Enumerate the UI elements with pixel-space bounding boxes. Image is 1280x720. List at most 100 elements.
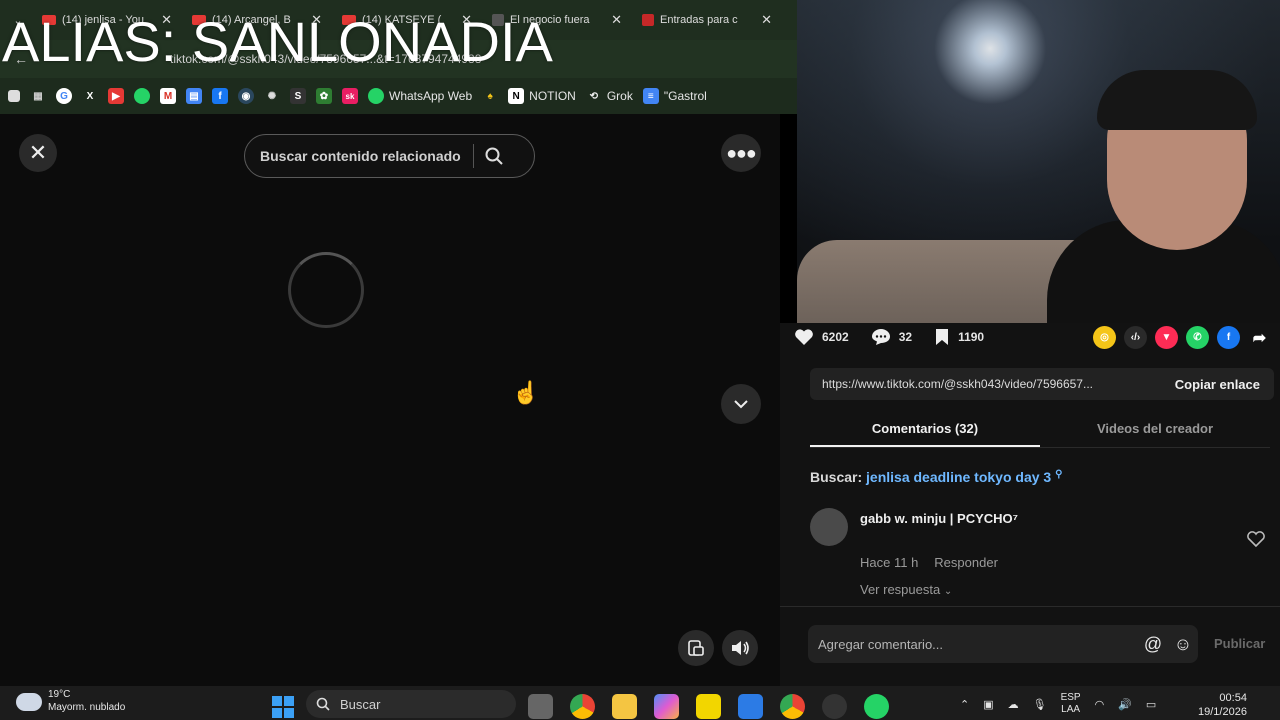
save-stat[interactable]: 1190 <box>934 328 984 346</box>
steam-icon[interactable]: ◉ <box>238 88 254 104</box>
related-search-prefix: Buscar: <box>810 469 863 485</box>
sticky-notes-icon[interactable] <box>696 694 721 719</box>
chevron-up-icon[interactable]: ⌃ <box>960 698 969 711</box>
webcam-feed <box>797 0 1280 323</box>
more-options-button[interactable]: ●●● <box>721 134 761 172</box>
language-indicator[interactable]: ESP LAA <box>1061 692 1081 716</box>
temperature: 19°C <box>48 689 71 700</box>
browser-tab[interactable]: Entradas para c ✕ <box>634 5 780 35</box>
close-tab-icon[interactable]: ✕ <box>761 12 772 28</box>
whatsapp-app-icon[interactable] <box>864 694 889 719</box>
notion-icon: N <box>508 88 525 104</box>
stream-alias-overlay: ALIAS: SANLONADIA <box>2 10 553 73</box>
tray-cloud-icon[interactable]: ☁ <box>1008 698 1019 711</box>
bookmark-grok[interactable]: ⟲ Grok <box>586 88 633 104</box>
publish-button[interactable]: Publicar <box>1214 636 1265 651</box>
language-code: ESP <box>1060 692 1081 703</box>
tab-title: Entradas para c <box>660 14 738 26</box>
ellipsis-icon: ●●● <box>726 142 757 163</box>
video-link-row: https://www.tiktok.com/@sskh043/video/75… <box>810 368 1274 400</box>
google-icon[interactable]: G <box>56 88 72 104</box>
search-icon <box>316 697 330 711</box>
bookmark-notion[interactable]: N NOTION <box>508 88 576 104</box>
tab-comments[interactable]: Comentarios (32) <box>810 418 1040 447</box>
task-view-icon[interactable] <box>528 694 553 719</box>
bookmarks-bar: ▦ G X ▶ M ▤ f ◉ ✺ S ✿ sk WhatsApp Web ♠ … <box>0 78 797 114</box>
pip-icon <box>688 640 704 656</box>
s-icon[interactable]: S <box>290 88 306 104</box>
whatsapp-icon[interactable] <box>134 88 150 104</box>
docs-icon: ≡ <box>642 88 659 104</box>
emoji-icon[interactable]: ☺ <box>1168 634 1198 655</box>
whatsapp-share-icon[interactable]: ✆ <box>1186 326 1209 349</box>
volume-icon[interactable]: 🔊 <box>1118 698 1132 711</box>
embed-icon[interactable]: ‹/› <box>1124 326 1147 349</box>
youtube-icon[interactable]: ▶ <box>108 88 124 104</box>
windows-start-icon[interactable] <box>272 696 294 718</box>
x-icon[interactable]: X <box>82 88 98 104</box>
heart-outline-icon <box>1247 531 1265 548</box>
close-tab-icon[interactable]: ✕ <box>611 12 622 28</box>
avatar[interactable] <box>810 508 848 546</box>
sk-icon[interactable]: sk <box>342 88 358 104</box>
facebook-icon[interactable]: f <box>212 88 228 104</box>
obs-icon[interactable] <box>822 694 847 719</box>
battery-icon[interactable]: ▭ <box>1146 698 1156 711</box>
square-icon[interactable] <box>8 90 20 102</box>
camera-app-icon[interactable] <box>738 694 763 719</box>
video-link[interactable]: https://www.tiktok.com/@sskh043/video/75… <box>822 377 1161 391</box>
comment-count: 32 <box>898 330 913 344</box>
comment-like-button[interactable] <box>1246 530 1266 553</box>
wifi-icon[interactable]: ◠ <box>1095 698 1105 711</box>
related-search-link[interactable]: jenlisa deadline tokyo day 3 <box>866 469 1051 485</box>
close-icon: ✕ <box>28 140 48 165</box>
bookmark-label: WhatsApp Web <box>389 89 473 103</box>
share-arrow-icon[interactable]: ➦ <box>1248 326 1271 349</box>
tray-app-icon[interactable]: ▣ <box>983 698 993 711</box>
reply-button[interactable]: Responder <box>934 555 998 570</box>
mic-icon[interactable]: 🎙 <box>1033 698 1047 711</box>
comment-stat[interactable]: 32 <box>871 328 912 346</box>
see-replies-button[interactable]: Ver respuesta ⌄ <box>860 582 952 597</box>
taskbar-search[interactable]: Buscar <box>306 690 516 718</box>
spade-icon[interactable]: ♠ <box>482 88 498 104</box>
whatsapp-icon <box>368 88 384 104</box>
send-icon[interactable]: ▼ <box>1155 326 1178 349</box>
like-stat[interactable]: 6202 <box>794 328 849 346</box>
webcam-person-hair <box>1097 70 1257 130</box>
chrome-profile-icon[interactable] <box>780 694 805 719</box>
related-search: Buscar: jenlisa deadline tokyo day 3 ⚲ <box>810 469 1062 485</box>
system-tray: ⌃ ▣ ☁ 🎙 ESP LAA ◠ 🔊 ▭ <box>960 692 1156 716</box>
bookmark-gastro[interactable]: ≡ "Gastrol <box>642 88 707 104</box>
picture-in-picture-button[interactable] <box>678 630 714 666</box>
close-button[interactable]: ✕ <box>19 134 57 172</box>
copilot-icon[interactable] <box>654 694 679 719</box>
chrome-icon[interactable] <box>570 694 595 719</box>
volume-button[interactable] <box>722 630 758 666</box>
bookmark-whatsapp[interactable]: WhatsApp Web <box>368 88 472 104</box>
bookmark-label: "Gastrol <box>663 89 707 103</box>
tab-creator-videos[interactable]: Videos del creador <box>1040 418 1270 447</box>
chatgpt-icon[interactable]: ✺ <box>264 88 280 104</box>
apps-grid-icon[interactable]: ▦ <box>30 88 46 104</box>
comment-meta: Hace 11 h Responder <box>860 555 998 570</box>
facebook-share-icon[interactable]: f <box>1217 326 1240 349</box>
next-video-button[interactable] <box>721 384 761 424</box>
comment-author[interactable]: gabb w. minju | PCYCHO⁷ <box>860 511 1018 526</box>
calendar-icon[interactable]: ▤ <box>186 88 202 104</box>
taskbar: 19°C Mayorm. nublado Buscar ⌃ ▣ ☁ 🎙 ESP … <box>0 686 1280 720</box>
comment-input[interactable]: Agregar comentario... @ ☺ <box>808 625 1198 663</box>
related-search-box[interactable]: Buscar contenido relacionado <box>244 134 535 178</box>
chevron-down-icon: ⌄ <box>943 586 953 597</box>
mention-icon[interactable]: @ <box>1138 634 1168 655</box>
weather-widget[interactable]: 19°C Mayorm. nublado <box>16 689 125 714</box>
coin-share-icon[interactable]: ◎ <box>1093 326 1116 349</box>
clock[interactable]: 00:54 19/1/2026 <box>1198 691 1247 720</box>
search-placeholder: Buscar contenido relacionado <box>260 148 461 164</box>
site-icon <box>642 14 654 26</box>
plant-icon[interactable]: ✿ <box>316 88 332 104</box>
folder-icon[interactable] <box>612 694 637 719</box>
search-icon[interactable] <box>474 146 514 166</box>
copy-link-button[interactable]: Copiar enlace <box>1161 377 1274 392</box>
gmail-icon[interactable]: M <box>160 88 176 104</box>
